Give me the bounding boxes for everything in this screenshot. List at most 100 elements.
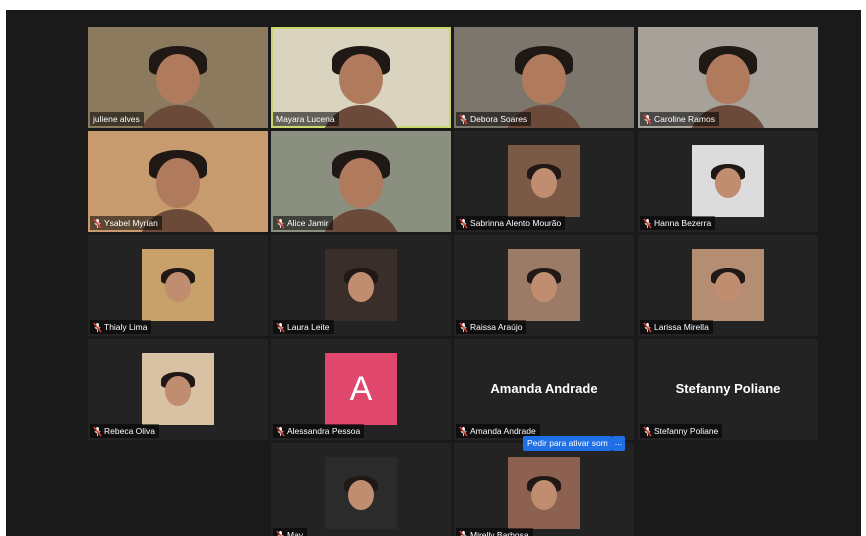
participant-tile-mayara-lucena[interactable]: Mayara Lucena <box>271 27 451 128</box>
participant-tile-rebeca-oliva[interactable]: Rebeca Oliva <box>88 339 268 440</box>
participant-name: Ysabel Myrian <box>104 218 158 228</box>
participant-face <box>531 480 557 510</box>
participant-name-tag: juliene alves <box>90 112 144 126</box>
participant-name-tag: Debora Soares <box>456 112 532 126</box>
participant-name: May <box>287 530 304 536</box>
muted-microphone-icon <box>459 426 468 436</box>
participant-name-tag: Alessandra Pessoa <box>273 424 365 438</box>
participant-tile-thialy-lima[interactable]: Thialy Lima <box>88 235 268 336</box>
participant-name-tag: May <box>273 528 308 536</box>
muted-microphone-icon <box>459 322 468 332</box>
muted-microphone-icon <box>643 426 652 436</box>
participant-name-tag: Alice Jamir <box>273 216 333 230</box>
participant-name-tag: Caroline Ramos <box>640 112 719 126</box>
participant-tile-caroline-ramos[interactable]: Caroline Ramos <box>638 27 818 128</box>
muted-microphone-icon <box>276 322 285 332</box>
profile-photo <box>325 457 397 529</box>
participant-body <box>138 105 218 128</box>
participant-face <box>531 272 557 302</box>
participant-face <box>339 157 383 209</box>
participant-tile-alice-jamir[interactable]: Alice Jamir <box>271 131 451 232</box>
participant-name: Alice Jamir <box>287 218 329 228</box>
participant-name-tag: Thialy Lima <box>90 320 152 334</box>
profile-photo <box>325 249 397 321</box>
participant-name: Debora Soares <box>470 114 528 124</box>
participant-tile-may[interactable]: May <box>271 443 451 536</box>
participant-name-tag: Laura Leite <box>273 320 334 334</box>
participant-name: Laura Leite <box>287 322 330 332</box>
profile-photo <box>142 353 214 425</box>
participant-body <box>321 209 401 232</box>
participant-name: Larissa Mirella <box>654 322 709 332</box>
participant-name: Mirelly Barbosa <box>470 530 529 536</box>
muted-microphone-icon <box>459 218 468 228</box>
muted-microphone-icon <box>93 322 102 332</box>
participant-name-tag: Mirelly Barbosa <box>456 528 533 536</box>
participant-name: juliene alves <box>93 114 140 124</box>
participant-tile-sabrinna-alento-mourao[interactable]: Sabrinna Alento Mourão <box>454 131 634 232</box>
muted-microphone-icon <box>459 114 468 124</box>
profile-photo <box>508 249 580 321</box>
participant-display-name: Amanda Andrade <box>490 381 598 396</box>
participant-name: Rebeca Oliva <box>104 426 156 436</box>
participant-face <box>165 272 191 302</box>
profile-photo <box>508 145 580 217</box>
muted-microphone-icon <box>93 426 102 436</box>
participant-face <box>348 480 374 510</box>
participant-name: Stefanny Poliane <box>654 426 719 436</box>
participant-tile-mirelly-barbosa[interactable]: Mirelly Barbosa <box>454 443 634 536</box>
request-unmute-button[interactable]: Pedir para ativar som <box>523 436 612 451</box>
muted-microphone-icon <box>643 114 652 124</box>
participant-tile-hanna-bezerra[interactable]: Hanna Bezerra <box>638 131 818 232</box>
profile-photo <box>692 249 764 321</box>
muted-microphone-icon <box>643 322 652 332</box>
participant-name-tag: Raissa Araújo <box>456 320 527 334</box>
participant-name-tag: Rebeca Oliva <box>90 424 160 438</box>
participant-face <box>522 53 566 105</box>
participant-name-tag: Larissa Mirella <box>640 320 713 334</box>
participant-face <box>339 53 383 105</box>
participant-face <box>165 376 191 406</box>
participant-tile-laura-leite[interactable]: Laura Leite <box>271 235 451 336</box>
participant-face <box>348 272 374 302</box>
meeting-gallery: juliene alves Mayara Lucena Debora Soares C… <box>6 10 861 536</box>
participant-face <box>156 157 200 209</box>
participant-name-tag: Stefanny Poliane <box>640 424 723 438</box>
participant-face <box>715 272 741 302</box>
participant-face <box>531 168 557 198</box>
participant-face <box>156 53 200 105</box>
more-options-button[interactable]: ... <box>612 436 625 451</box>
muted-microphone-icon <box>276 426 285 436</box>
muted-microphone-icon <box>93 218 102 228</box>
participant-name: Raissa Araújo <box>470 322 523 332</box>
participant-face <box>706 53 750 105</box>
participant-tile-debora-soares[interactable]: Debora Soares <box>454 27 634 128</box>
muted-microphone-icon <box>643 218 652 228</box>
participant-tile-juliene-alves[interactable]: juliene alves <box>88 27 268 128</box>
participant-name: Caroline Ramos <box>654 114 715 124</box>
participant-tile-alessandra-pessoa[interactable]: A Alessandra Pessoa <box>271 339 451 440</box>
participant-name: Alessandra Pessoa <box>287 426 361 436</box>
participant-tile-larissa-mirella[interactable]: Larissa Mirella <box>638 235 818 336</box>
profile-photo <box>692 145 764 217</box>
muted-microphone-icon <box>276 530 284 536</box>
participant-tile-raissa-araujo[interactable]: Raissa Araújo <box>454 235 634 336</box>
participant-face <box>715 168 741 198</box>
participant-name: Hanna Bezerra <box>654 218 712 228</box>
muted-microphone-icon <box>276 218 285 228</box>
participant-name-tag: Sabrinna Alento Mourão <box>456 216 566 230</box>
participant-name: Mayara Lucena <box>276 114 335 124</box>
participant-name: Thialy Lima <box>104 322 148 332</box>
muted-microphone-icon <box>459 530 467 536</box>
participant-name-tag: Mayara Lucena <box>273 112 339 126</box>
profile-photo <box>508 457 580 529</box>
avatar-initial: A <box>325 353 397 425</box>
participant-tile-stefanny-poliane[interactable]: Stefanny Poliane Stefanny Poliane <box>638 339 818 440</box>
participant-tile-ysabel-myrian[interactable]: Ysabel Myrian <box>88 131 268 232</box>
participant-name: Sabrinna Alento Mourão <box>470 218 562 228</box>
participant-name-tag: Ysabel Myrian <box>90 216 162 230</box>
profile-photo <box>142 249 214 321</box>
participant-tile-amanda-andrade[interactable]: Amanda Andrade Amanda Andrade <box>454 339 634 440</box>
participant-display-name: Stefanny Poliane <box>675 381 781 396</box>
participant-name-tag: Hanna Bezerra <box>640 216 716 230</box>
